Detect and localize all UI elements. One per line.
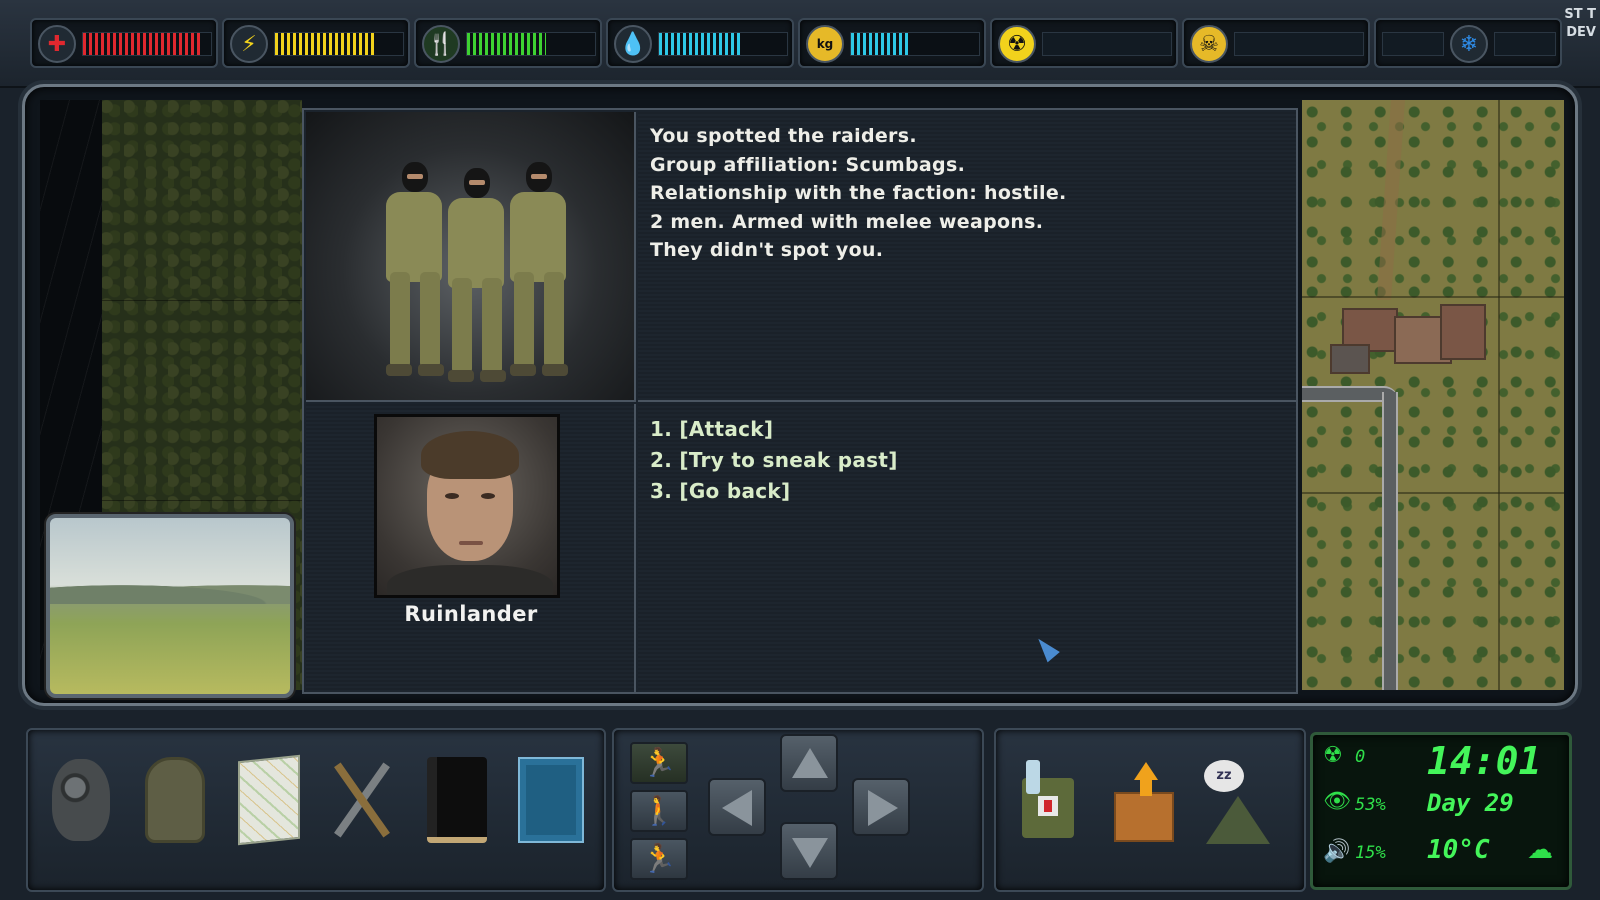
encounter-panel: You spotted the raiders. Group affiliati… bbox=[302, 108, 1298, 694]
sleep-tent-icon[interactable]: zz bbox=[1196, 756, 1274, 850]
run-mode-button[interactable]: 🏃 bbox=[630, 742, 688, 784]
arrow-left-icon bbox=[722, 790, 752, 826]
tile-divider bbox=[102, 300, 302, 301]
encounter-description: You spotted the raiders. Group affiliati… bbox=[638, 112, 1296, 402]
move-left-button[interactable] bbox=[708, 778, 766, 836]
time-weather-display: ☢ 0 14:01 👁 53% Day 29 🔊 15% 10°C ☁ bbox=[1310, 732, 1572, 890]
world-map-view[interactable] bbox=[1302, 100, 1564, 690]
clock-time: 14:01 bbox=[1427, 739, 1542, 783]
move-down-button[interactable] bbox=[780, 822, 838, 880]
status-bar: ✚ ⚡ 🍴 💧 kg ☢ ☠ ❄ ST T DEV bbox=[0, 0, 1600, 88]
action-toolbar: zz bbox=[994, 728, 1306, 892]
food-stat: 🍴 bbox=[414, 18, 602, 68]
player-character-cell: Ruinlander bbox=[306, 404, 636, 692]
weight-kg-icon: kg bbox=[806, 25, 844, 63]
blueprint-icon[interactable] bbox=[514, 752, 588, 848]
dirt-path bbox=[1377, 100, 1405, 300]
standing-man-icon: 🚶 bbox=[641, 794, 677, 827]
day-counter: Day 29 bbox=[1427, 789, 1514, 817]
supplies-icon[interactable] bbox=[1014, 756, 1092, 850]
gas-mask-icon[interactable] bbox=[44, 752, 118, 848]
energy-stat: ⚡ bbox=[222, 18, 410, 68]
build-label: ST T DEV bbox=[1564, 6, 1596, 42]
radiation-level-value: 0 bbox=[1355, 747, 1366, 767]
location-landscape-image bbox=[46, 514, 294, 698]
toxicity-bar bbox=[1234, 32, 1364, 56]
arrow-up-icon bbox=[792, 748, 828, 778]
noise-speaker-icon: 🔊 bbox=[1323, 839, 1351, 864]
choice-attack[interactable]: 1. [Attack] bbox=[650, 414, 1284, 445]
radiation-level-icon: ☢ bbox=[1323, 743, 1343, 768]
map-grid-line bbox=[1302, 296, 1564, 298]
building bbox=[1330, 344, 1370, 374]
tile-divider bbox=[102, 500, 302, 501]
map-grid-line bbox=[1302, 492, 1564, 494]
choice-sneak-past[interactable]: 2. [Try to sneak past] bbox=[650, 445, 1284, 476]
rain-cloud-icon: ☁ bbox=[1527, 835, 1553, 865]
cold-stat: ❄ bbox=[1374, 18, 1562, 68]
map-icon[interactable] bbox=[232, 752, 306, 848]
water-drop-icon: 💧 bbox=[614, 25, 652, 63]
arrow-right-icon bbox=[868, 790, 898, 826]
energy-bolt-icon: ⚡ bbox=[230, 25, 268, 63]
encounter-line: 2 men. Armed with melee weapons. bbox=[650, 210, 1044, 233]
backpack-icon[interactable] bbox=[138, 752, 212, 848]
skull-toxic-icon: ☠ bbox=[1190, 25, 1228, 63]
encounter-line: Group affiliation: Scumbags. bbox=[650, 153, 966, 176]
walk-mode-button[interactable]: 🚶 bbox=[630, 790, 688, 832]
encounter-line: They didn't spot you. bbox=[650, 239, 884, 261]
build-label-line2: DEV bbox=[1566, 25, 1596, 40]
building bbox=[1440, 304, 1486, 360]
energy-bar bbox=[274, 32, 404, 56]
journal-book-icon[interactable] bbox=[420, 752, 494, 848]
choice-go-back[interactable]: 3. [Go back] bbox=[650, 476, 1284, 507]
snowflake-cold-icon: ❄ bbox=[1450, 25, 1488, 63]
sneak-mode-button[interactable]: 🏃 bbox=[630, 838, 688, 880]
raiders-image bbox=[306, 112, 636, 402]
weight-bar bbox=[850, 32, 980, 56]
visibility-value: 53% bbox=[1355, 795, 1386, 815]
loot-box-icon[interactable] bbox=[1104, 756, 1182, 850]
cold-bar-left bbox=[1382, 32, 1444, 56]
sneaking-man-icon: 🏃 bbox=[641, 842, 677, 875]
radiation-stat: ☢ bbox=[990, 18, 1178, 68]
water-stat: 💧 bbox=[606, 18, 794, 68]
player-name: Ruinlander bbox=[404, 602, 538, 626]
encounter-line: Relationship with the faction: hostile. bbox=[650, 182, 1067, 204]
map-grid-line bbox=[1498, 100, 1500, 690]
radiation-bar bbox=[1042, 32, 1172, 56]
inventory-toolbar bbox=[26, 728, 606, 892]
encounter-line: You spotted the raiders. bbox=[650, 125, 917, 147]
radiation-icon: ☢ bbox=[998, 25, 1036, 63]
health-cross-icon: ✚ bbox=[38, 25, 76, 63]
toxicity-stat: ☠ bbox=[1182, 18, 1370, 68]
health-stat: ✚ bbox=[30, 18, 218, 68]
noise-value: 15% bbox=[1355, 843, 1386, 863]
dialog-choices: 1. [Attack] 2. [Try to sneak past] 3. [G… bbox=[638, 404, 1296, 692]
move-right-button[interactable] bbox=[852, 778, 910, 836]
cold-bar bbox=[1494, 32, 1556, 56]
arrow-down-icon bbox=[792, 838, 828, 868]
water-bar bbox=[658, 32, 788, 56]
food-fork-knife-icon: 🍴 bbox=[422, 25, 460, 63]
player-portrait bbox=[374, 414, 560, 598]
visibility-eye-icon: 👁 bbox=[1323, 789, 1351, 814]
food-bar bbox=[466, 32, 596, 56]
move-up-button[interactable] bbox=[780, 734, 838, 792]
movement-controls: 🏃 🚶 🏃 bbox=[612, 728, 984, 892]
road bbox=[1382, 392, 1398, 690]
temperature: 10°C bbox=[1427, 835, 1490, 865]
running-man-icon: 🏃 bbox=[641, 746, 677, 779]
crafting-tools-icon[interactable] bbox=[326, 752, 400, 848]
health-bar bbox=[82, 32, 212, 56]
weight-stat: kg bbox=[798, 18, 986, 68]
hills bbox=[50, 582, 290, 604]
build-label-line1: ST T bbox=[1564, 7, 1596, 22]
